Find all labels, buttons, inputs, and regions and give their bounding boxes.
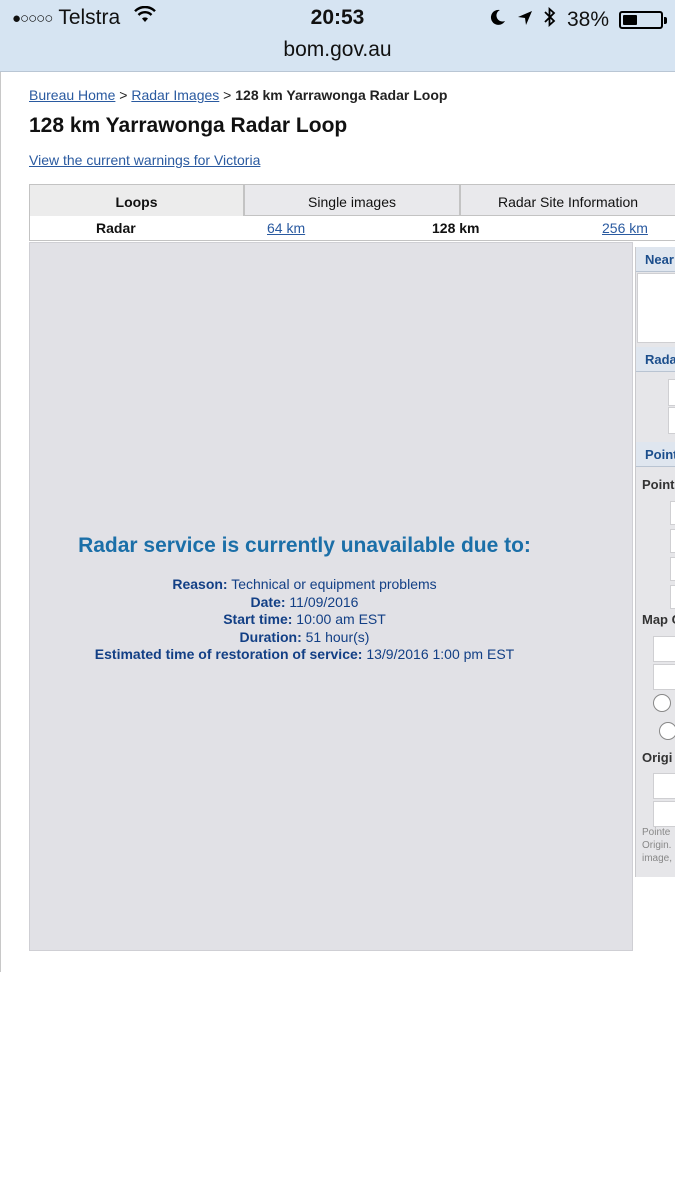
side-header-radar[interactable]: Rada (636, 347, 675, 372)
pointer-field[interactable] (670, 529, 675, 553)
outage-heading: Radar service is currently unavailable d… (78, 534, 531, 557)
battery-fill (623, 15, 637, 25)
breadcrumb-radar-images-link[interactable]: Radar Images (131, 87, 219, 103)
view-tabs: Loops Single images Radar Site Informati… (29, 184, 675, 216)
radar-option-box[interactable] (668, 379, 675, 406)
outage-date: Date: 11/09/2016 (30, 594, 579, 612)
outage-start: Start time: 10:00 am EST (30, 611, 579, 629)
battery-percent: 38% (566, 8, 609, 31)
ios-status-bar: ●○○○○ Telstra 20:53 38% bom.gov.au (0, 0, 675, 72)
pointer-field[interactable] (670, 557, 675, 581)
radar-display-panel: Radar service is currently unavailable d… (29, 242, 633, 951)
breadcrumb: Bureau Home > Radar Images > 128 km Yarr… (29, 87, 447, 103)
origin-field[interactable] (653, 773, 675, 799)
range-256km-link[interactable]: 256 km (602, 220, 648, 236)
web-page: Bureau Home > Radar Images > 128 km Yarr… (0, 72, 675, 972)
range-label: Radar (96, 220, 136, 236)
location-arrow-icon (517, 8, 533, 32)
outage-duration-value: 51 hour(s) (301, 628, 370, 645)
moon-icon (489, 8, 507, 32)
outage-duration-label: Duration: (239, 628, 302, 645)
outage-eta-label: Estimated time of restoration of service… (94, 646, 363, 662)
outage-reason: Reason: Technical or equipment problems (30, 576, 579, 594)
outage-date-label: Date: (250, 593, 286, 610)
outage-reason-value: Technical or equipment problems (227, 576, 437, 592)
nearby-radars-box (637, 273, 675, 343)
radar-option-box[interactable] (668, 407, 675, 434)
breadcrumb-bureau-home-link[interactable]: Bureau Home (29, 87, 115, 103)
battery-tip (664, 17, 667, 24)
range-selector: Radar 64 km 128 km 256 km (29, 216, 675, 241)
pointer-note-line: Pointe (642, 827, 671, 838)
outage-date-value: 11/09/2016 (285, 593, 359, 610)
breadcrumb-separator: > (115, 87, 132, 103)
origin-field[interactable] (653, 801, 675, 827)
pointer-note-line: Origin. (642, 840, 672, 851)
outage-eta-value: 13/9/2016 1:00 pm EST (362, 646, 515, 662)
range-64km-link[interactable]: 64 km (267, 220, 305, 236)
outage-start-value: 10:00 am EST (292, 611, 386, 627)
breadcrumb-separator: > (219, 87, 236, 103)
page-title: 128 km Yarrawonga Radar Loop (29, 114, 348, 137)
radar-side-panel: Near Rada Point Point Map C Origi Pointe… (635, 247, 675, 877)
pointer-note-line: image, (642, 853, 673, 864)
side-header-pointer[interactable]: Point (636, 442, 675, 467)
map-option-radio[interactable] (653, 694, 671, 712)
pointer-field[interactable] (670, 501, 675, 525)
breadcrumb-current: 128 km Yarrawonga Radar Loop (235, 87, 448, 103)
battery-icon (619, 11, 667, 29)
origin-label: Origi (642, 750, 673, 765)
map-coordinates-label: Map C (642, 612, 675, 627)
outage-eta: Estimated time of restoration of service… (30, 646, 579, 664)
tab-loops[interactable]: Loops (29, 184, 245, 216)
tab-radar-site-information[interactable]: Radar Site Information (460, 184, 675, 216)
pointer-field[interactable] (670, 585, 675, 609)
pointer-label: Point (642, 477, 675, 492)
status-icons: 38% (489, 6, 667, 34)
outage-duration: Duration: 51 hour(s) (30, 629, 579, 647)
victoria-warnings-link[interactable]: View the current warnings for Victoria (29, 152, 260, 168)
outage-start-label: Start time: (223, 611, 293, 627)
map-option-radio[interactable] (659, 722, 675, 740)
tab-single-images[interactable]: Single images (244, 184, 461, 216)
map-coordinate-field[interactable] (653, 636, 675, 662)
range-128km-current: 128 km (432, 220, 480, 236)
address-bar-url[interactable]: bom.gov.au (0, 38, 675, 62)
outage-details: Reason: Technical or equipment problems … (30, 576, 579, 664)
bluetooth-icon (543, 6, 557, 34)
outage-reason-label: Reason: (172, 576, 228, 592)
side-header-nearby[interactable]: Near (636, 247, 675, 272)
page-edge-line (0, 880, 1, 970)
map-coordinate-field[interactable] (653, 664, 675, 690)
